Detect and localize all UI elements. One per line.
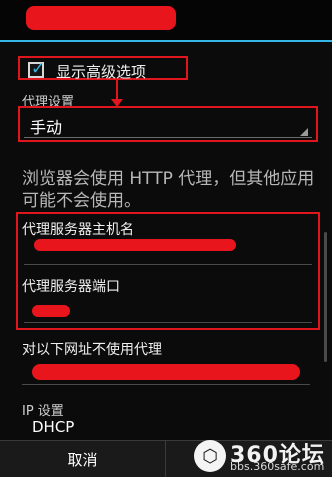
watermark-360-forum: ⬡ 360论坛 bbs.360safe.com <box>194 438 330 474</box>
proxy-port-input[interactable] <box>32 305 70 317</box>
proxy-server-fields-highlight: 代理服务器主机名 代理服务器端口 <box>16 212 320 330</box>
360-logo-icon: ⬡ <box>194 440 226 472</box>
proxy-mode-spinner[interactable]: 手动 <box>18 106 318 142</box>
bypass-proxy-underline <box>22 384 310 385</box>
show-advanced-options-checkbox[interactable]: ✓ 显示高级选项 <box>18 56 188 81</box>
show-advanced-options-label: 显示高级选项 <box>56 63 147 81</box>
bypass-proxy-input[interactable] <box>32 364 300 380</box>
proxy-hostname-input[interactable] <box>34 239 236 251</box>
ip-mode-value: DHCP <box>32 418 75 436</box>
proxy-hostname-label: 代理服务器主机名 <box>22 222 134 238</box>
proxy-mode-value: 手动 <box>30 118 63 137</box>
checkmark-icon: ✓ <box>31 59 46 79</box>
bypass-proxy-label: 对以下网址不使用代理 <box>22 342 162 358</box>
proxy-mode-underline <box>24 137 312 138</box>
proxy-port-label: 代理服务器端口 <box>22 279 120 295</box>
cancel-button[interactable]: 取消 <box>0 441 166 477</box>
scrollbar[interactable] <box>324 232 327 362</box>
checkbox-box: ✓ <box>28 59 46 79</box>
proxy-port-underline <box>24 322 312 323</box>
title-divider <box>0 40 332 42</box>
proxy-info-text: 浏览器会使用 HTTP 代理，但其他应用可能不会使用。 <box>22 169 315 211</box>
watermark-url: bbs.360safe.com <box>230 460 325 473</box>
annotation-arrow-line <box>116 79 118 101</box>
dropdown-triangle-icon <box>300 128 308 136</box>
redacted-network-name <box>26 6 176 30</box>
proxy-hostname-underline <box>24 264 312 265</box>
